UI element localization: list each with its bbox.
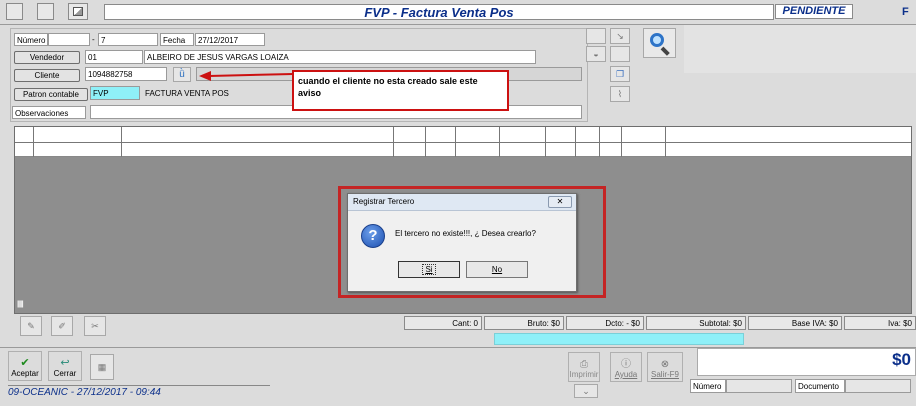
cerrar-icon: ↩: [60, 357, 70, 369]
annotation-arrow: [199, 71, 294, 81]
vendedor-name-field: ALBEIRO DE JESUS VARGAS LOAIZA: [144, 50, 536, 64]
right-marker: F: [902, 6, 909, 18]
calculator-icon: ▦: [97, 361, 107, 372]
cliente-field[interactable]: 1094882758: [85, 67, 167, 81]
row-add-icon: ✎: [27, 320, 35, 331]
row-edit-button[interactable]: ✐: [51, 316, 73, 336]
status-line: 09-OCEANIC - 27/12/2017 - 09:44: [8, 385, 270, 398]
patron-contable-button[interactable]: Patron contable: [14, 88, 88, 101]
toolbar-new-button[interactable]: [6, 3, 23, 20]
vendedor-button[interactable]: Vendedor: [14, 51, 80, 64]
search-button[interactable]: [643, 28, 676, 58]
annotation-text: cuando el cliente no esta creado sale es…: [298, 76, 478, 98]
total-cant: Cant: 0: [404, 316, 482, 330]
close-icon: ✕: [556, 197, 564, 206]
total-amount: $0: [892, 350, 911, 369]
image-panel: [684, 25, 916, 73]
dialog-close-button[interactable]: ✕: [548, 196, 572, 208]
vendedor-code-field[interactable]: 01: [85, 50, 143, 64]
window-title: FVP - Factura Venta Pos: [364, 5, 514, 20]
fecha-field[interactable]: 27/12/2017: [195, 33, 265, 46]
documento-footer-label: Documento: [795, 379, 845, 393]
check-icon: ✔: [20, 357, 30, 369]
grid-scrollbar-marker[interactable]: |||||||: [17, 301, 24, 308]
highlight-bar: [494, 333, 744, 345]
scissors-icon: ✂: [91, 320, 99, 331]
numero-field[interactable]: 7: [98, 33, 158, 46]
numero-label: Número: [14, 33, 48, 46]
toolbar-save-button[interactable]: [68, 3, 88, 20]
dialog-title: Registrar Tercero: [353, 197, 415, 206]
annotation-box: cuando el cliente no esta creado sale es…: [292, 70, 509, 111]
numero-footer-field: [726, 379, 792, 393]
total-bruto: Bruto: $0: [484, 316, 564, 330]
toolbar-open-button[interactable]: [37, 3, 54, 20]
total-panel: $0: [697, 348, 916, 376]
side-button-6[interactable]: ⌇: [610, 86, 630, 102]
dialog-yes-button[interactable]: Si: [398, 261, 460, 278]
lookup-icon: ǜ: [179, 69, 185, 80]
copy-icon: ❐: [615, 68, 625, 79]
pencil-icon: ✐: [58, 320, 66, 331]
numero-footer-label: Número: [690, 379, 726, 393]
magnifier-icon: [649, 32, 671, 56]
cliente-button[interactable]: Cliente: [14, 69, 80, 82]
disk-icon: ◒: [593, 49, 599, 59]
save-icon: [73, 7, 83, 16]
patron-name-field: FACTURA VENTA POS: [142, 86, 292, 100]
numero-dash: -: [92, 35, 95, 44]
dropdown-icon: ⌄: [582, 385, 590, 396]
cliente-search-button[interactable]: ǜ: [173, 67, 191, 82]
row-add-button[interactable]: ✎: [20, 316, 42, 336]
imprimir-button[interactable]: ⎙ Imprimir: [568, 352, 600, 382]
calculator-button[interactable]: ▦: [90, 354, 114, 380]
patron-code-field[interactable]: FVP: [90, 86, 140, 100]
ayuda-button[interactable]: ⓘ Ayuda: [610, 352, 642, 382]
dialog-message: El tercero no existe!!!, ¿ Desea crearlo…: [395, 229, 536, 238]
salir-button[interactable]: ⊗ Salir-F9: [647, 352, 683, 382]
print-dropdown-button[interactable]: ⌄: [574, 384, 598, 398]
help-icon: ⓘ: [621, 359, 631, 370]
status-badge: PENDIENTE: [775, 4, 853, 19]
grid-header: [15, 127, 911, 157]
question-icon: ?: [361, 224, 385, 248]
total-subtotal: Subtotal: $0: [646, 316, 746, 330]
side-button-5[interactable]: ❐: [610, 66, 630, 82]
title-bar: FVP - Factura Venta Pos: [104, 4, 774, 20]
side-button-4[interactable]: [610, 46, 630, 62]
dialog-no-button[interactable]: No: [466, 261, 528, 278]
side-button-1[interactable]: [586, 28, 606, 44]
total-base-iva: Base IVA: $0: [748, 316, 842, 330]
documento-footer-field: [845, 379, 911, 393]
observaciones-label: Observaciones: [12, 106, 86, 119]
exit-icon: ⊗: [660, 359, 670, 370]
total-dcto: Dcto: - $0: [566, 316, 644, 330]
registrar-tercero-dialog: Registrar Tercero ✕ ? El tercero no exis…: [347, 193, 577, 292]
attach-icon: ⌇: [617, 88, 623, 99]
side-button-2[interactable]: ↘: [610, 28, 630, 44]
aceptar-button[interactable]: ✔ Aceptar: [8, 351, 42, 381]
arrow-icon: ↘: [616, 30, 624, 41]
cerrar-button[interactable]: ↩ Cerrar: [48, 351, 82, 381]
fecha-label: Fecha: [160, 33, 194, 46]
row-delete-button[interactable]: ✂: [84, 316, 106, 336]
side-button-3[interactable]: ◒: [586, 46, 606, 62]
numero-prefix-field[interactable]: [48, 33, 90, 46]
printer-icon: ⎙: [580, 359, 588, 370]
total-iva: Iva: $0: [844, 316, 916, 330]
dialog-titlebar: Registrar Tercero ✕: [348, 194, 576, 211]
